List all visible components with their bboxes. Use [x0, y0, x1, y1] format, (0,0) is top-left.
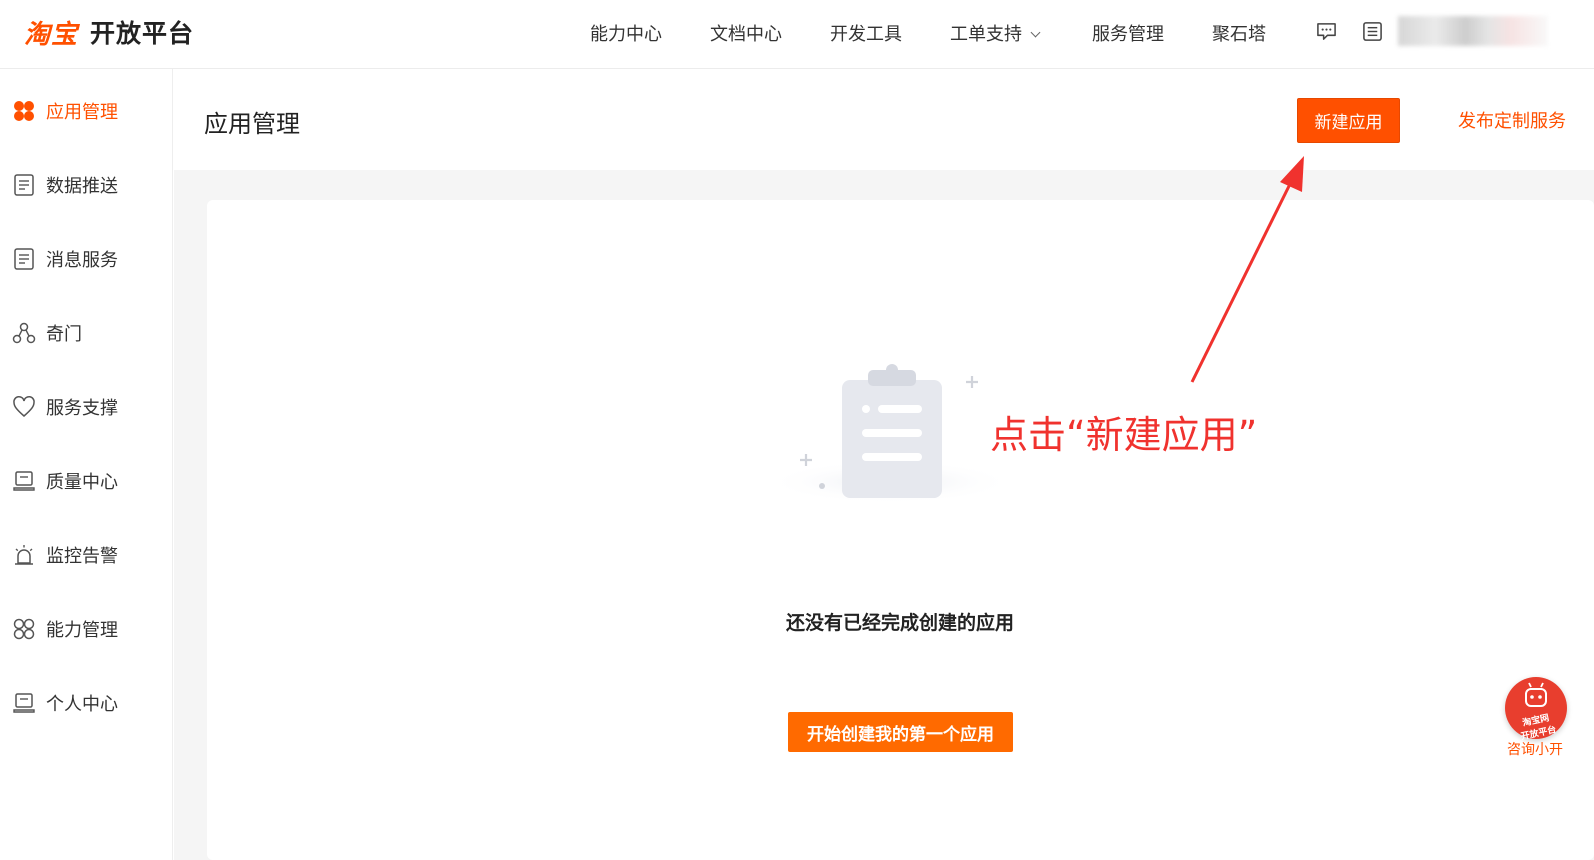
logo[interactable]: 淘宝 开放平台 — [24, 14, 194, 50]
logo-platform-text: 开放平台 — [90, 19, 195, 48]
sidebar-item-service-support[interactable]: 服务支撑 — [0, 387, 173, 427]
consult-label: 咨询小开 — [1507, 742, 1563, 758]
sidebar-item-label: 能力管理 — [46, 620, 118, 641]
nav-service-manage[interactable]: 服务管理 — [1092, 20, 1164, 46]
sidebar-item-capability-manage[interactable]: 能力管理 — [0, 609, 173, 649]
empty-state-text: 还没有已经完成创建的应用 — [785, 612, 1014, 634]
new-app-button[interactable]: 新建应用 — [1297, 98, 1400, 143]
sidebar-item-quality-center[interactable]: 质量中心 — [0, 461, 173, 501]
content-card — [207, 200, 1594, 860]
sidebar: 应用管理 数据推送 消息服务 奇门 服务支撑 质量中心 监控告警 能力管理 个人… — [0, 69, 173, 860]
empty-clipboard-icon — [765, 364, 1015, 504]
nav-ticket-support-label: 工单支持 — [950, 24, 1022, 45]
stack-icon — [13, 471, 35, 491]
sidebar-item-data-push[interactable]: 数据推送 — [0, 165, 173, 205]
stack-icon — [13, 693, 35, 713]
sidebar-item-monitor-alarm[interactable]: 监控告警 — [0, 535, 173, 575]
sidebar-item-label: 服务支撑 — [46, 398, 118, 419]
alarm-icon — [15, 545, 33, 565]
user-avatar-blurred[interactable] — [1398, 16, 1548, 46]
nav-dev-tools[interactable]: 开发工具 — [830, 20, 902, 46]
sidebar-item-label: 质量中心 — [46, 472, 118, 493]
sidebar-item-label: 数据推送 — [46, 176, 118, 197]
document-icon — [14, 174, 34, 196]
nav-capability-center[interactable]: 能力中心 — [590, 20, 662, 46]
top-header: 淘宝 开放平台 能力中心 文档中心 开发工具 工单支持 服务管理 聚石塔 — [0, 0, 1594, 69]
sidebar-item-label: 应用管理 — [46, 102, 118, 123]
sidebar-item-label: 个人中心 — [46, 694, 118, 715]
annotation-text: 点击“新建应用” — [990, 413, 1258, 457]
consult-avatar-icon: 淘宝网 开放平台 — [1505, 677, 1567, 742]
document-icon — [14, 248, 34, 270]
list-icon[interactable] — [1362, 21, 1383, 42]
chevron-down-icon — [1030, 27, 1041, 38]
sidebar-item-message-service[interactable]: 消息服务 — [0, 239, 173, 279]
network-icon — [12, 322, 36, 344]
page-title: 应用管理 — [204, 110, 300, 138]
sidebar-item-qimen[interactable]: 奇门 — [0, 313, 173, 353]
nav-jushita[interactable]: 聚石塔 — [1212, 20, 1266, 46]
heart-icon — [13, 395, 35, 417]
sidebar-item-label: 奇门 — [46, 324, 82, 345]
grid-icon — [13, 618, 35, 640]
sidebar-item-label: 消息服务 — [46, 250, 118, 271]
sidebar-item-app-manage[interactable]: 应用管理 — [0, 91, 173, 131]
create-first-app-button[interactable]: 开始创建我的第一个应用 — [788, 712, 1013, 752]
nav-ticket-support[interactable]: 工单支持 — [950, 20, 1041, 46]
nav-docs-center[interactable]: 文档中心 — [710, 20, 782, 46]
publish-custom-service-link[interactable]: 发布定制服务 — [1458, 107, 1566, 133]
consult-widget[interactable]: 淘宝网 开放平台 咨询小开 — [1500, 677, 1570, 763]
apps-icon — [14, 101, 34, 121]
message-icon[interactable] — [1316, 21, 1337, 42]
annotation-arrow-icon — [1190, 156, 1304, 383]
logo-brand: 淘宝 — [24, 19, 79, 50]
sidebar-item-personal-center[interactable]: 个人中心 — [0, 683, 173, 723]
sidebar-item-label: 监控告警 — [46, 546, 118, 567]
